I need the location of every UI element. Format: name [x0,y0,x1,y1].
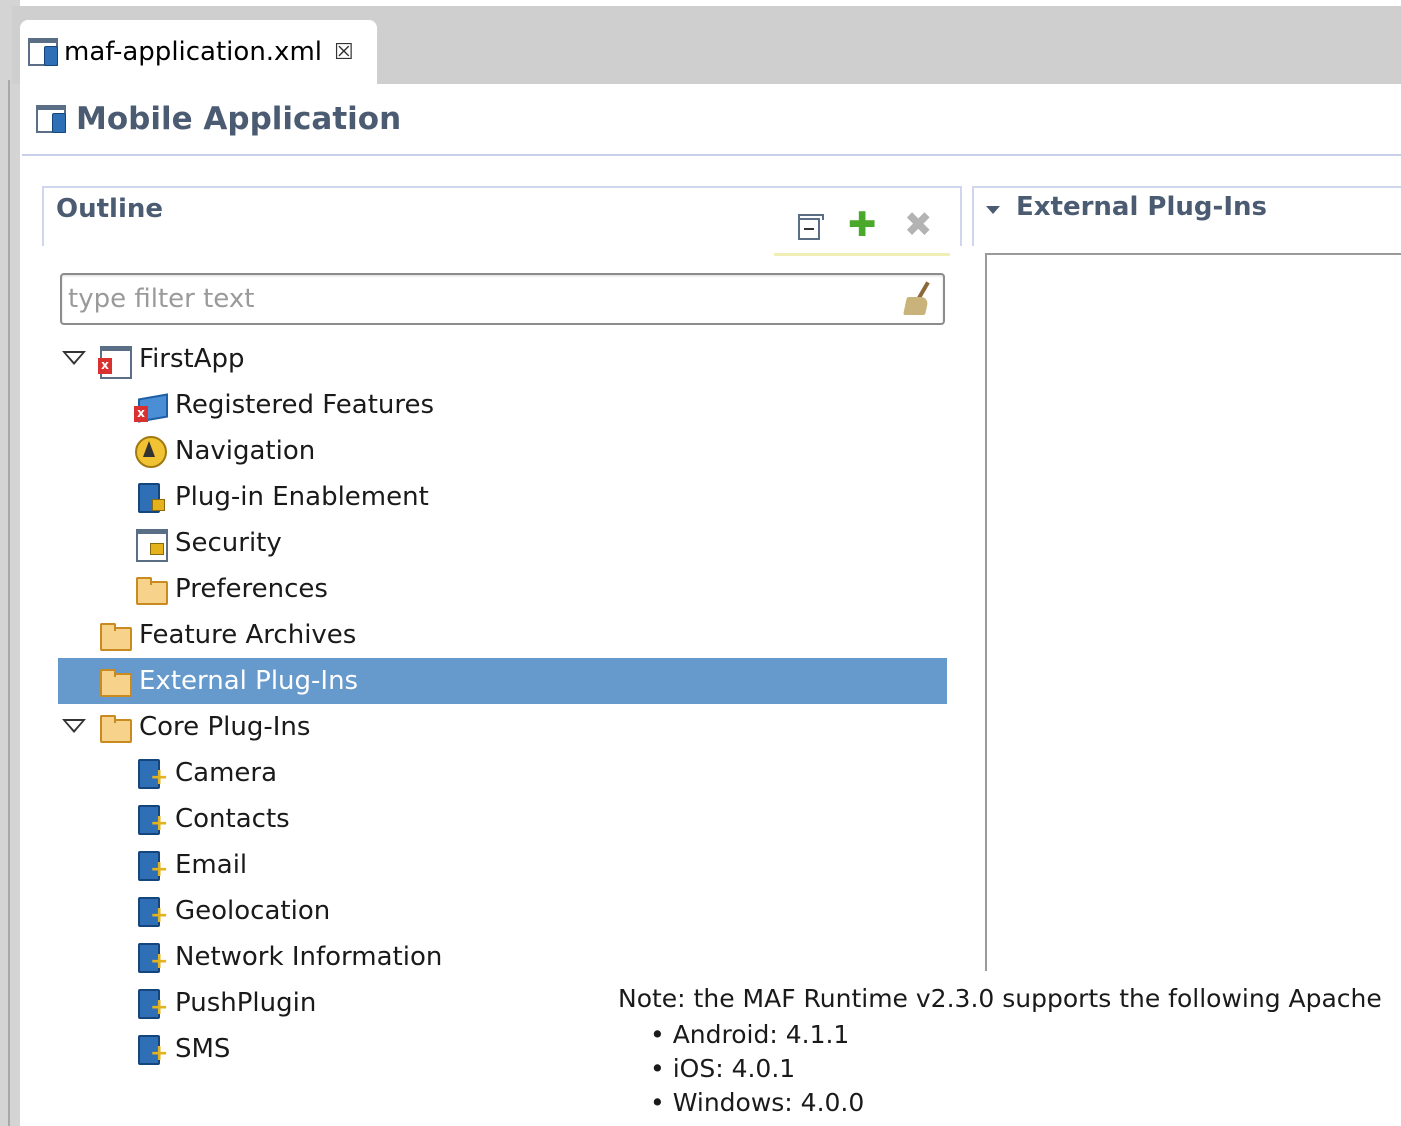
section-expanded-chevron-icon[interactable] [986,206,1000,214]
tree-item-label: Plug-in Enablement [175,482,429,512]
tree-item-preferences[interactable]: Preferences [60,566,947,612]
editor-tab-title: maf-application.xml [64,37,322,67]
tree-item-label: External Plug-Ins [139,666,359,696]
tree-item-label: Network Information [175,942,443,972]
tree-item-feature-archives[interactable]: Feature Archives [60,612,947,658]
details-section-title[interactable]: External Plug-Ins [1016,192,1267,222]
tree-item-navigation[interactable]: Navigation [60,428,947,474]
navigation-icon [134,435,167,468]
outline-toolbar: ✚ ✖ [774,206,950,256]
tree-item-label: PushPlugin [175,988,317,1018]
remove-icon: ✖ [904,205,933,245]
runtime-version-list: Android: 4.1.1 iOS: 4.0.1 Windows: 4.0.0 [650,1018,865,1120]
folder-icon [134,573,168,605]
add-button[interactable]: ✚ [848,208,878,242]
plugin-icon [134,1033,168,1065]
tree-item-label: SMS [175,1034,231,1064]
plugin-icon [134,803,168,835]
tree-item-core-plugin[interactable]: PushPlugin [60,980,600,1026]
security-lock-icon [134,527,168,562]
tree-item-core-plugin[interactable]: SMS [60,1026,600,1072]
remove-button[interactable]: ✖ [904,208,934,242]
app-descriptor-icon [36,105,66,133]
folder-icon [98,619,132,651]
expanded-chevron-icon[interactable] [62,351,86,367]
tree-item-external-plugins[interactable]: External Plug-Ins [58,658,947,704]
details-panel [985,253,1401,971]
clear-filter-icon[interactable] [903,281,935,317]
tree-item-firstapp[interactable]: FirstApp [60,336,947,382]
locked-device-icon [134,481,166,513]
left-window-frame [0,0,20,1126]
tree-item-core-plugins[interactable]: Core Plug-Ins [60,704,947,750]
tree-item-core-plugin[interactable]: Geolocation [60,888,947,934]
collapse-all-icon [798,214,824,240]
tree-item-label: Core Plug-Ins [139,712,311,742]
filter-box [60,273,945,325]
plugin-icon [134,757,168,789]
features-icon [134,390,166,422]
tree-item-label: FirstApp [139,344,245,374]
form-header: Mobile Application [22,84,1401,156]
tree-item-label: Contacts [175,804,290,834]
version-item-windows: Windows: 4.0.0 [650,1086,865,1120]
version-item-android: Android: 4.1.1 [650,1018,864,1052]
folder-icon [98,711,132,743]
plugin-icon [134,941,168,973]
tree-item-label: Email [175,850,248,880]
tree-item-label: Preferences [175,574,328,604]
application-icon [98,344,132,379]
plugin-icon [134,987,168,1019]
page-title: Mobile Application [76,101,402,137]
editor-tab[interactable]: maf-application.xml ☒ [20,20,377,84]
tree-item-label: Registered Features [175,390,435,420]
folder-icon [98,665,132,697]
tree-item-label: Camera [175,758,278,788]
app-descriptor-icon [28,38,58,66]
tree-item-core-plugin[interactable]: Network Information [60,934,600,980]
tree-item-registered-features[interactable]: Registered Features [60,382,947,428]
plugin-icon [134,849,168,881]
version-item-ios: iOS: 4.0.1 [650,1052,864,1086]
tree-item-security[interactable]: Security [60,520,947,566]
expanded-chevron-icon[interactable] [62,719,86,735]
filter-input[interactable] [68,279,888,319]
tree-item-core-plugin[interactable]: Email [60,842,947,888]
tree-item-plugin-enablement[interactable]: Plug-in Enablement [60,474,947,520]
plugin-icon [134,895,168,927]
runtime-note: Note: the MAF Runtime v2.3.0 supports th… [618,984,1382,1013]
close-icon[interactable]: ☒ [334,40,354,65]
tree-item-label: Geolocation [175,896,331,926]
tree-item-label: Security [175,528,282,558]
add-icon: ✚ [848,205,877,245]
collapse-all-button[interactable] [794,210,824,240]
tree-item-label: Feature Archives [139,620,357,650]
outline-section-title: Outline [56,194,164,224]
tree-item-core-plugin[interactable]: Contacts [60,796,947,842]
tree-item-label: Navigation [175,436,316,466]
tree-item-core-plugin[interactable]: Camera [60,750,947,796]
